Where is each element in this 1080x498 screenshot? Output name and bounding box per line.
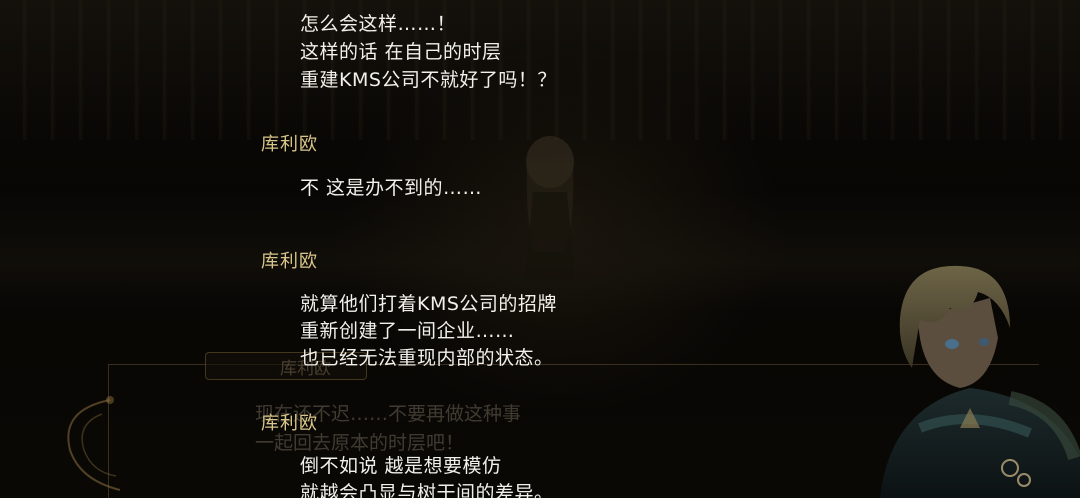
dialogue-line: 就算他们打着KMS公司的招牌 — [300, 293, 557, 315]
dialogue-line: 不 这是办不到的…… — [300, 177, 483, 199]
speaker-name: 库利欧 — [261, 134, 318, 155]
background-character-sprite — [525, 136, 575, 282]
dialogue-line: 重建KMS公司不就好了吗！？ — [300, 69, 557, 91]
character-portrait — [880, 265, 1080, 498]
dialogue-line: 这样的话 在自己的时层 — [300, 41, 502, 63]
ornament-icon — [67, 396, 121, 491]
speaker-name: 库利欧 — [261, 413, 318, 434]
dialogue-line: 重新创建了一间企业…… — [300, 320, 515, 342]
dialogue-line: 也已经无法重现内部的状态。 — [300, 347, 554, 369]
dialogue-line: 倒不如说 越是想要模仿 — [300, 455, 502, 477]
speaker-name: 库利欧 — [261, 251, 318, 272]
game-screen: 库利欧 现在还不迟……不要再做这种事 一起回去原本的时层吧！ 怎么会这样……！ … — [0, 0, 1080, 498]
dialogue-line: 怎么会这样……！ — [300, 13, 457, 35]
dialogue-line: 就越会凸显与树干间的差异。 — [300, 482, 554, 498]
